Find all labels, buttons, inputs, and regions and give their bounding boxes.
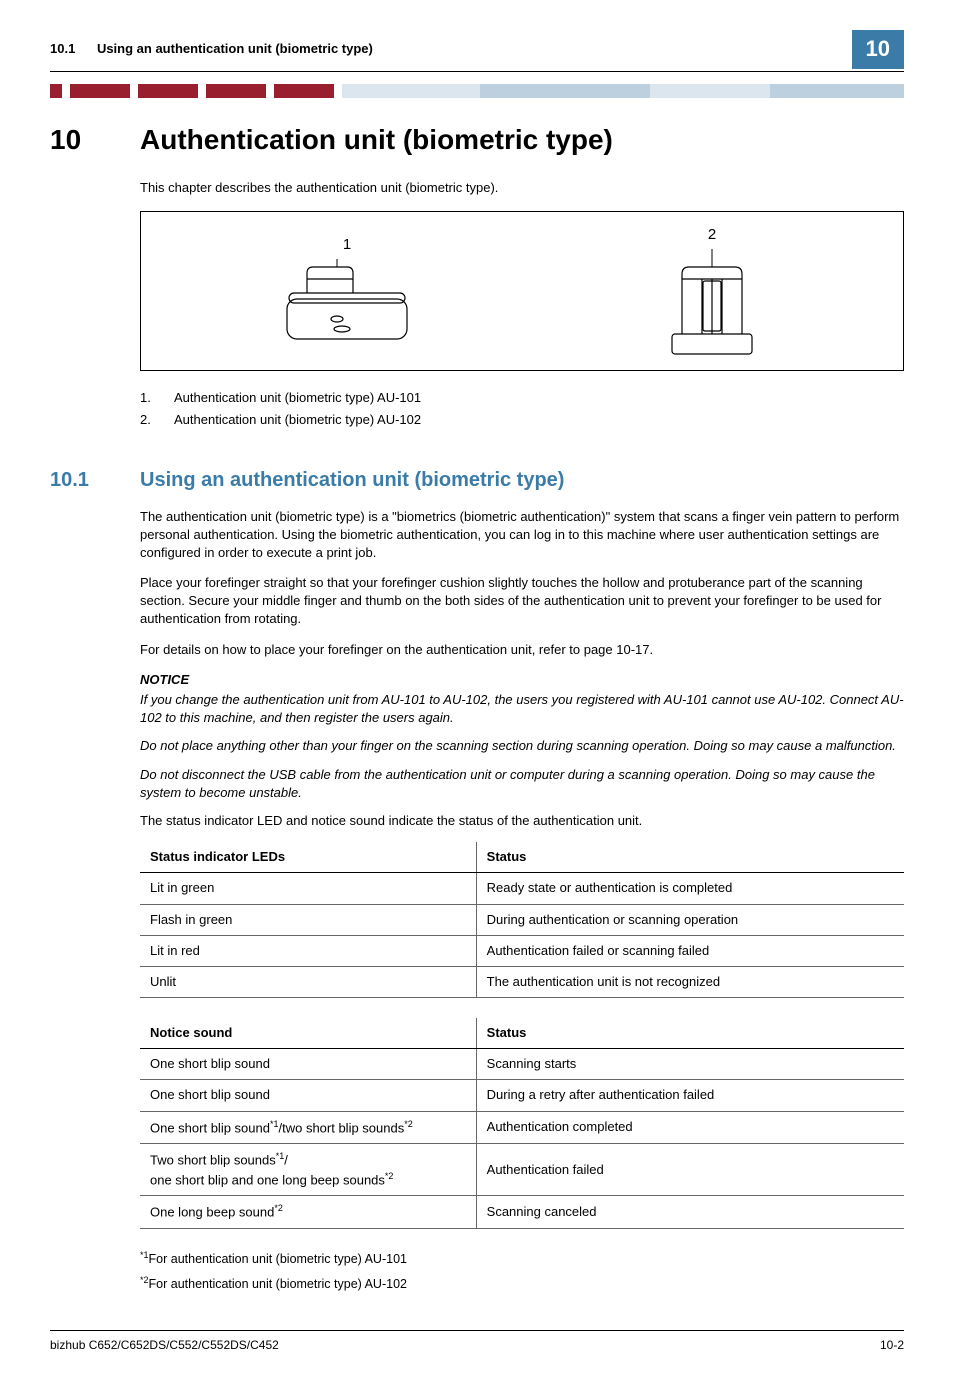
table-row: Flash in greenDuring authentication or s…	[140, 904, 904, 935]
section-heading: 10.1Using an authentication unit (biomet…	[50, 466, 904, 494]
page-footer: bizhub C652/C652DS/C552/C552DS/C452 10-2	[50, 1330, 904, 1354]
chapter-number: 10	[50, 120, 140, 159]
section-number: 10.1	[50, 466, 140, 494]
callout-2: 2	[657, 224, 767, 245]
table-cell: During authentication or scanning operat…	[476, 904, 904, 935]
table-cell: One short blip sound*1/two short blip so…	[140, 1111, 476, 1144]
header-section-number: 10.1	[50, 41, 75, 56]
table-row: One long beep sound*2Scanning canceled	[140, 1196, 904, 1229]
table-header: Status	[476, 1018, 904, 1049]
figure-container: 1 2	[140, 211, 904, 371]
table-row: One short blip soundDuring a retry after…	[140, 1080, 904, 1111]
chapter-intro: This chapter describes the authenticatio…	[140, 179, 904, 197]
table-cell: The authentication unit is not recognize…	[476, 966, 904, 997]
footnote-text: For authentication unit (biometric type)…	[149, 1252, 407, 1266]
superscript-marker: *1	[276, 1151, 285, 1161]
table-cell: During a retry after authentication fail…	[476, 1080, 904, 1111]
table-cell: Scanning canceled	[476, 1196, 904, 1229]
status-led-table: Status indicator LEDs Status Lit in gree…	[140, 842, 904, 998]
table-header: Notice sound	[140, 1018, 476, 1049]
legend-number: 1.	[140, 389, 174, 407]
table-row: Lit in redAuthentication failed or scann…	[140, 935, 904, 966]
table-cell: Unlit	[140, 966, 476, 997]
table-cell: Authentication failed or scanning failed	[476, 935, 904, 966]
chapter-tab: 10	[852, 30, 904, 69]
page-header: 10.1 Using an authentication unit (biome…	[50, 30, 904, 72]
notice-paragraph: If you change the authentication unit fr…	[140, 691, 904, 727]
table-header: Status	[476, 842, 904, 873]
table-cell: Authentication completed	[476, 1111, 904, 1144]
superscript-marker: *2	[274, 1203, 283, 1213]
table-cell: Two short blip sounds*1/one short blip a…	[140, 1144, 476, 1196]
legend-text: Authentication unit (biometric type) AU-…	[174, 411, 421, 429]
table-row: Lit in greenReady state or authenticatio…	[140, 873, 904, 904]
callout-1: 1	[277, 234, 417, 255]
table-row: One short blip soundScanning starts	[140, 1049, 904, 1080]
decorative-bar	[50, 84, 904, 98]
table-cell: One long beep sound*2	[140, 1196, 476, 1229]
paragraph: The status indicator LED and notice soun…	[140, 812, 904, 830]
footnote-text: For authentication unit (biometric type)…	[149, 1278, 407, 1292]
legend-text: Authentication unit (biometric type) AU-…	[174, 389, 421, 407]
table-cell: Ready state or authentication is complet…	[476, 873, 904, 904]
footnote-marker: *1	[140, 1250, 149, 1260]
table-cell: One short blip sound	[140, 1080, 476, 1111]
table-cell: Flash in green	[140, 904, 476, 935]
header-breadcrumb: 10.1 Using an authentication unit (biome…	[50, 40, 852, 58]
table-row: UnlitThe authentication unit is not reco…	[140, 966, 904, 997]
table-cell: Lit in red	[140, 935, 476, 966]
paragraph: Place your forefinger straight so that y…	[140, 574, 904, 629]
superscript-marker: *1	[270, 1119, 279, 1129]
au102-illustration-icon	[657, 249, 767, 359]
legend-row: 1. Authentication unit (biometric type) …	[140, 389, 904, 407]
table-cell: Scanning starts	[476, 1049, 904, 1080]
notice-paragraph: Do not disconnect the USB cable from the…	[140, 766, 904, 802]
header-section-title: Using an authentication unit (biometric …	[97, 41, 373, 56]
table-header: Status indicator LEDs	[140, 842, 476, 873]
paragraph: The authentication unit (biometric type)…	[140, 508, 904, 563]
notice-sound-table: Notice sound Status One short blip sound…	[140, 1018, 904, 1229]
legend-number: 2.	[140, 411, 174, 429]
chapter-title: Authentication unit (biometric type)	[140, 124, 613, 155]
notice-heading: NOTICE	[140, 671, 904, 689]
figure-item-1: 1	[277, 234, 417, 349]
footnote-marker: *2	[140, 1275, 149, 1285]
figure-item-2: 2	[657, 224, 767, 359]
paragraph: For details on how to place your forefin…	[140, 641, 904, 659]
superscript-marker: *2	[404, 1119, 413, 1129]
chapter-heading: 10Authentication unit (biometric type)	[50, 120, 904, 159]
table-row: One short blip sound*1/two short blip so…	[140, 1111, 904, 1144]
footnote: *1For authentication unit (biometric typ…	[140, 1249, 904, 1269]
au101-illustration-icon	[277, 259, 417, 349]
section-title: Using an authentication unit (biometric …	[140, 469, 564, 491]
table-cell: Lit in green	[140, 873, 476, 904]
table-cell: One short blip sound	[140, 1049, 476, 1080]
notice-paragraph: Do not place anything other than your fi…	[140, 737, 904, 755]
footnote: *2For authentication unit (biometric typ…	[140, 1274, 904, 1294]
table-row: Two short blip sounds*1/one short blip a…	[140, 1144, 904, 1196]
footer-model: bizhub C652/C652DS/C552/C552DS/C452	[50, 1337, 279, 1354]
footer-page-number: 10-2	[880, 1337, 904, 1354]
superscript-marker: *2	[385, 1171, 394, 1181]
legend-row: 2. Authentication unit (biometric type) …	[140, 411, 904, 429]
table-cell: Authentication failed	[476, 1144, 904, 1196]
figure-legend: 1. Authentication unit (biometric type) …	[140, 389, 904, 429]
